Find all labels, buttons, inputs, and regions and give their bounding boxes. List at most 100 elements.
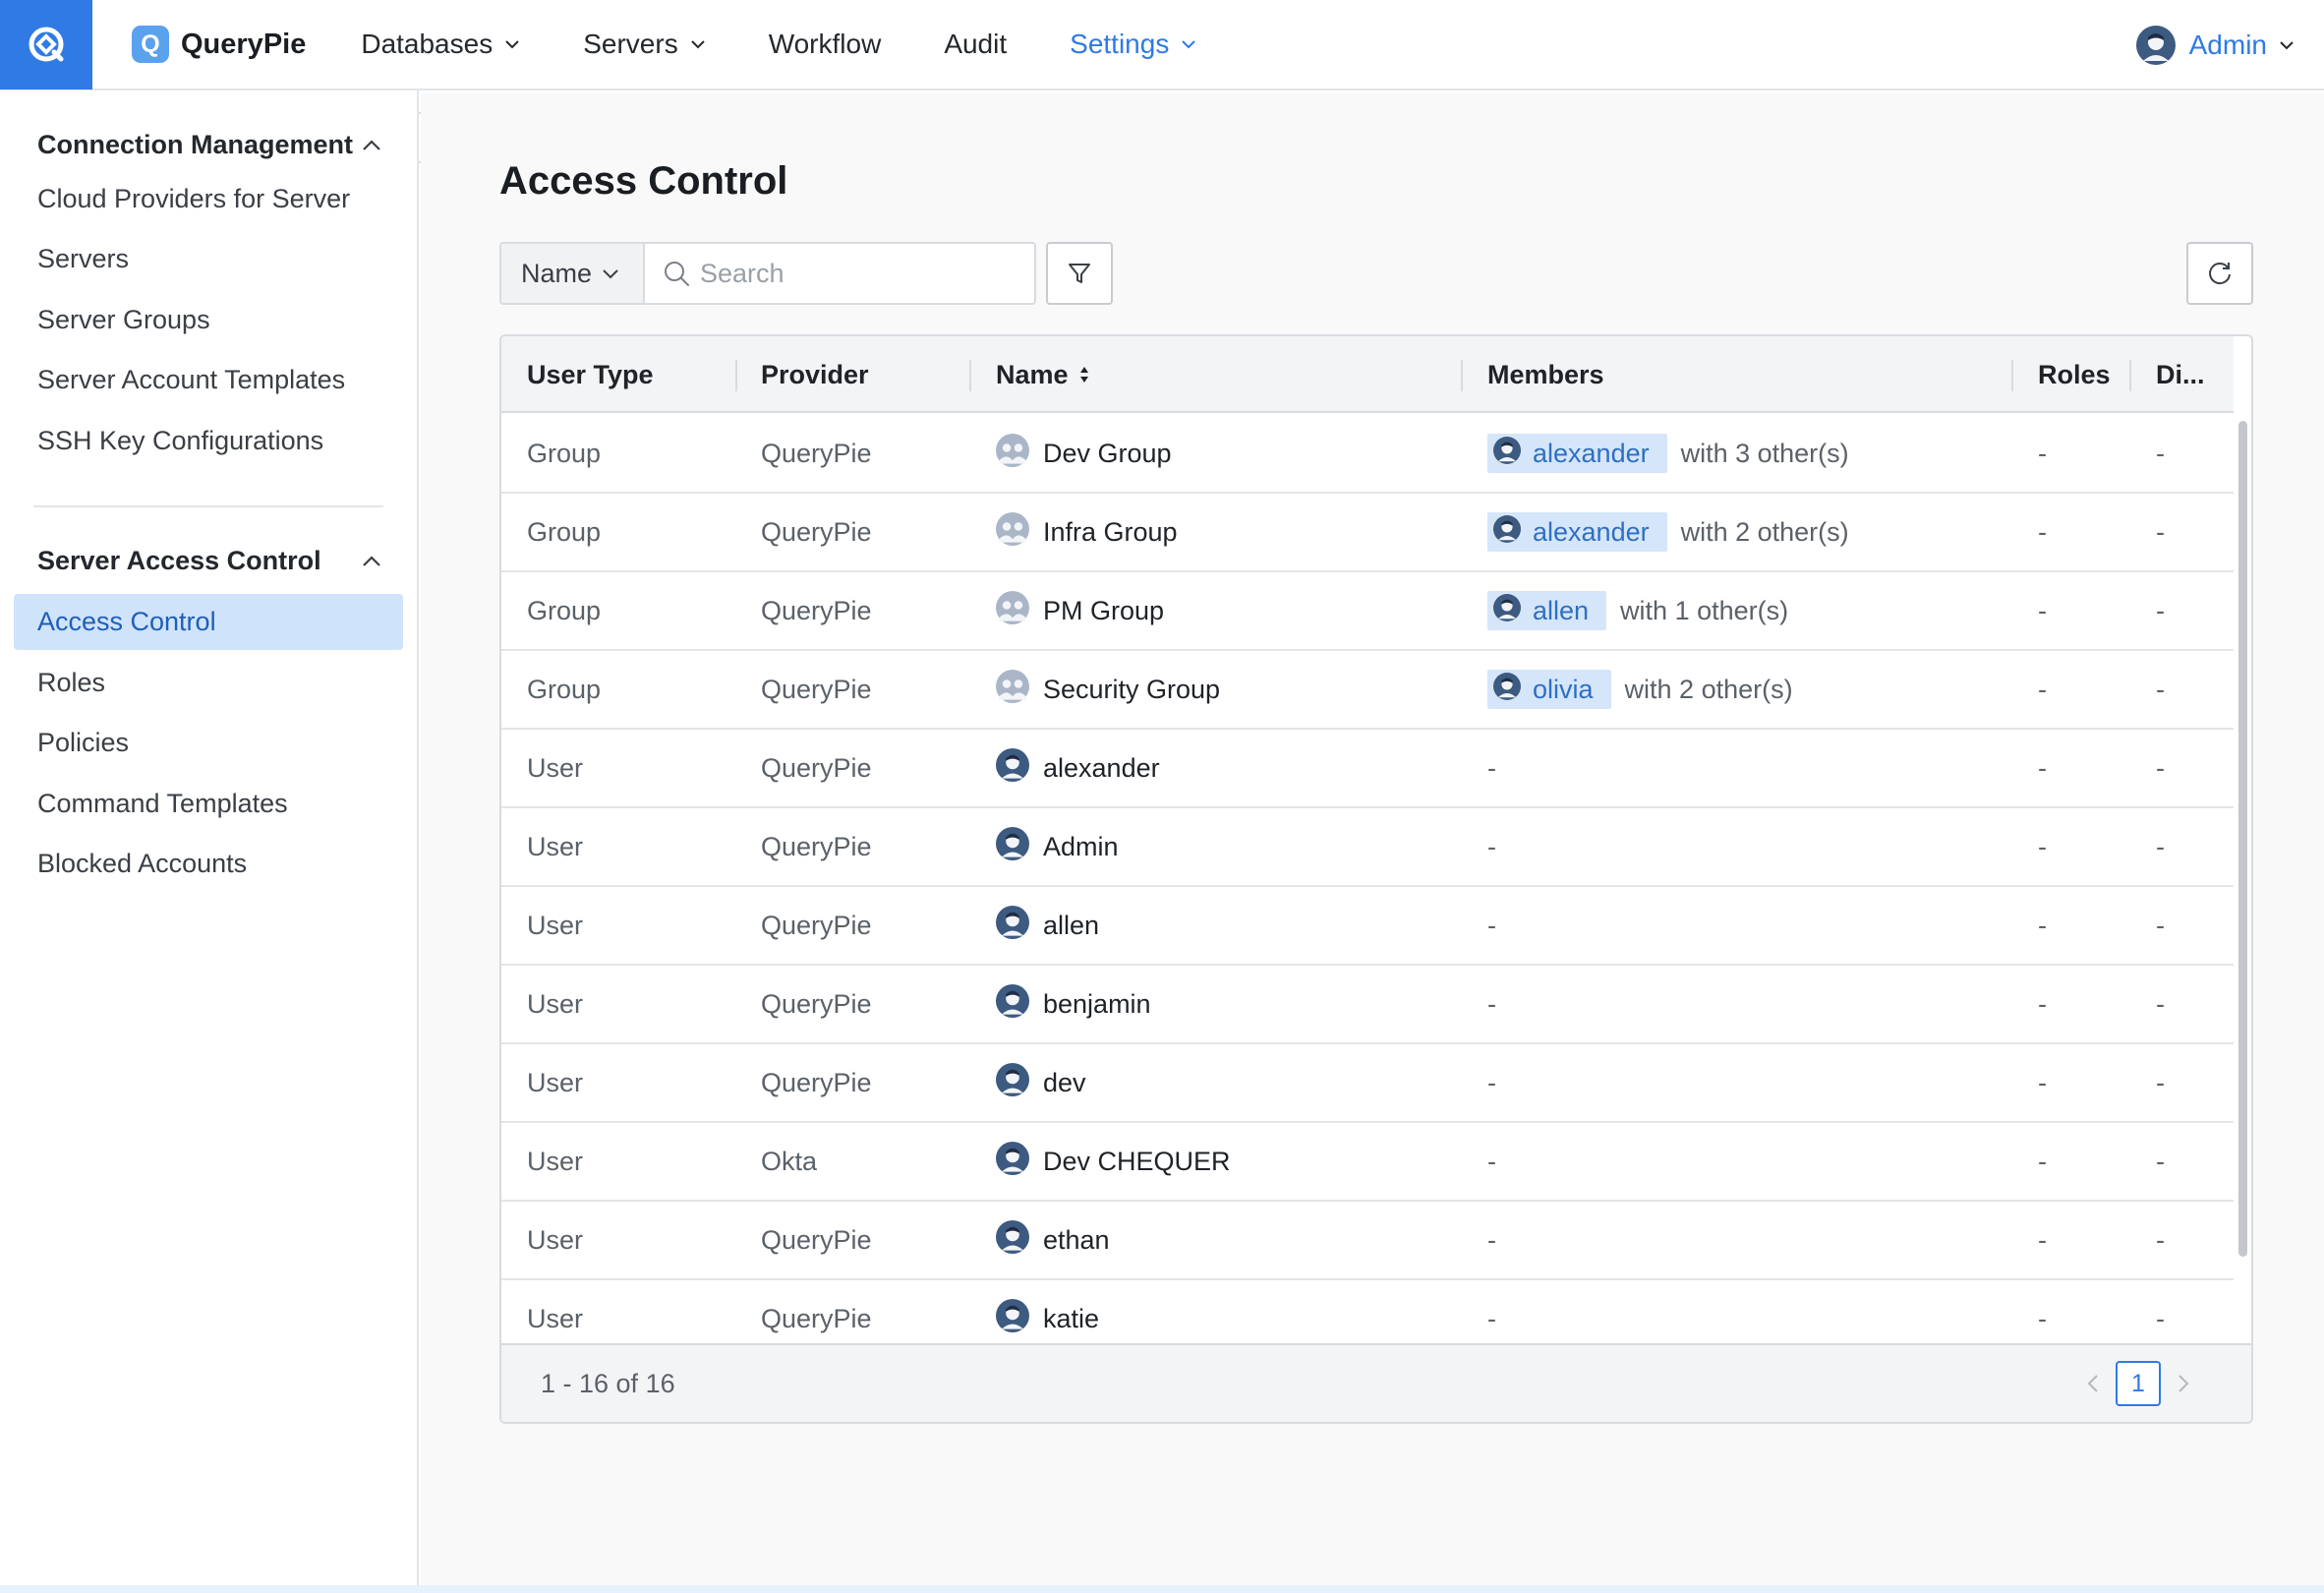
nav-servers[interactable]: Servers: [583, 29, 705, 60]
cell-name[interactable]: Dev CHEQUER: [996, 1123, 1231, 1200]
search-input[interactable]: [700, 258, 1015, 289]
page-number-button[interactable]: 1: [2116, 1361, 2161, 1406]
member-tag[interactable]: alexander: [1487, 434, 1667, 473]
column-divider[interactable]: [969, 360, 971, 391]
table-row[interactable]: Group QueryPie Dev Group alexander with 3 ot…: [501, 415, 2234, 494]
table-row[interactable]: User QueryPie allen - - -: [501, 887, 2234, 966]
members-others-text[interactable]: with 2 other(s): [1625, 675, 1793, 705]
sidebar-item-ssh-key-configurations[interactable]: SSH Key Configurations: [14, 413, 403, 469]
table-row[interactable]: User QueryPie dev - - -: [501, 1044, 2234, 1123]
column-divider[interactable]: [2129, 360, 2131, 391]
column-divider[interactable]: [735, 360, 737, 391]
members-others-text[interactable]: with 3 other(s): [1681, 439, 1849, 469]
table-row[interactable]: Group QueryPie PM Group allen with 1 other(s…: [501, 572, 2234, 651]
scrollbar-thumb[interactable]: [2238, 421, 2247, 1257]
cell-name[interactable]: benjamin: [996, 966, 1151, 1042]
cell-provider: QueryPie: [761, 1067, 872, 1097]
cell-provider: QueryPie: [761, 674, 872, 704]
nav-databases[interactable]: Databases: [361, 29, 520, 60]
filter-field-select[interactable]: Name: [499, 242, 645, 305]
column-divider[interactable]: [1461, 360, 1463, 391]
cell-name[interactable]: Dev Group: [996, 415, 1172, 492]
table-row[interactable]: User Okta Dev CHEQUER - - -: [501, 1123, 2234, 1202]
member-tag[interactable]: olivia: [1487, 670, 1611, 709]
column-header-name[interactable]: Name: [996, 336, 1090, 413]
column-header-di[interactable]: Di...: [2156, 336, 2205, 413]
cell-name[interactable]: alexander: [996, 730, 1160, 806]
cell-di: -: [2156, 752, 2165, 783]
cell-name[interactable]: katie: [996, 1280, 1099, 1341]
table-row[interactable]: User QueryPie benjamin - - -: [501, 966, 2234, 1044]
nav-workflow-label: Workflow: [768, 29, 882, 59]
column-header-user-type[interactable]: User Type: [527, 336, 654, 413]
column-divider[interactable]: [2011, 360, 2013, 391]
column-header-members[interactable]: Members: [1487, 336, 1604, 413]
app-switch-button[interactable]: [0, 0, 92, 89]
sidebar-item-label: Servers: [37, 244, 130, 273]
cell-name[interactable]: PM Group: [996, 572, 1164, 649]
brand[interactable]: Q QueryPie: [132, 26, 306, 63]
sidebar-divider: [33, 505, 383, 507]
cell-name[interactable]: Admin: [996, 808, 1119, 885]
member-tag[interactable]: alexander: [1487, 512, 1667, 552]
table-row[interactable]: User QueryPie ethan - - -: [501, 1202, 2234, 1280]
sidebar-item-blocked-accounts[interactable]: Blocked Accounts: [14, 836, 403, 892]
main-nav: Databases Servers Workflow Audit Setting…: [361, 0, 1259, 89]
column-header-label: Provider: [761, 359, 869, 389]
user-avatar-icon: [996, 983, 1029, 1018]
sidebar-item-cloud-providers[interactable]: Cloud Providers for Server: [14, 171, 403, 227]
table-row[interactable]: Group QueryPie Infra Group alexander with 2 …: [501, 494, 2234, 572]
sidebar-item-servers[interactable]: Servers: [14, 231, 403, 287]
nav-settings[interactable]: Settings: [1070, 29, 1196, 60]
chevron-down-icon: [690, 40, 705, 49]
cell-members: -: [1487, 1303, 1496, 1333]
user-avatar-icon: [1493, 514, 1521, 543]
cell-name[interactable]: dev: [996, 1044, 1086, 1121]
members-others-text[interactable]: with 1 other(s): [1620, 596, 1788, 626]
member-tag[interactable]: allen: [1487, 591, 1607, 630]
sidebar-item-command-templates[interactable]: Command Templates: [14, 776, 403, 832]
table-row[interactable]: Group QueryPie Security Group olivia with 2 …: [501, 651, 2234, 730]
cell-name[interactable]: Infra Group: [996, 494, 1178, 570]
column-header-roles[interactable]: Roles: [2038, 336, 2111, 413]
user-menu[interactable]: Admin: [2135, 0, 2295, 90]
avatar: [996, 433, 1029, 474]
refresh-button[interactable]: [2186, 242, 2253, 305]
sidebar-section-connection-management[interactable]: Connection Management: [37, 130, 381, 160]
column-header-provider[interactable]: Provider: [761, 336, 869, 413]
chevron-left-icon[interactable]: [2086, 1373, 2100, 1394]
cell-name[interactable]: ethan: [996, 1202, 1110, 1278]
filter-button[interactable]: [1046, 242, 1113, 305]
table-row[interactable]: User QueryPie alexander - - -: [501, 730, 2234, 808]
cell-di: -: [2156, 516, 2165, 547]
cell-roles: -: [2038, 1146, 2047, 1176]
cell-name[interactable]: allen: [996, 887, 1099, 964]
nav-workflow[interactable]: Workflow: [769, 29, 882, 60]
group-avatar-icon: [996, 433, 1029, 467]
sidebar-item-policies[interactable]: Policies: [14, 715, 403, 771]
cell-members: -: [1487, 752, 1496, 783]
table-body: Group QueryPie Dev Group alexander with 3 ot…: [501, 415, 2234, 1341]
table-row[interactable]: User QueryPie Admin - - -: [501, 808, 2234, 887]
column-header-label: Members: [1487, 359, 1604, 389]
cell-provider: QueryPie: [761, 752, 872, 783]
nav-audit[interactable]: Audit: [944, 29, 1007, 60]
sort-icon[interactable]: [1078, 364, 1090, 385]
cell-di: -: [2156, 1067, 2165, 1097]
cell-di: -: [2156, 988, 2165, 1019]
cell-name[interactable]: Security Group: [996, 651, 1220, 728]
sidebar-section-server-access-control[interactable]: Server Access Control: [37, 546, 381, 576]
sidebar-item-server-groups[interactable]: Server Groups: [14, 292, 403, 348]
table-row[interactable]: User QueryPie katie - - -: [501, 1280, 2234, 1341]
members-others-text[interactable]: with 2 other(s): [1681, 517, 1849, 548]
member-tag-label: olivia: [1533, 674, 1594, 704]
cell-di: -: [2156, 438, 2165, 468]
sidebar-item-server-account-templates[interactable]: Server Account Templates: [14, 352, 403, 408]
sidebar-item-access-control[interactable]: Access Control: [14, 594, 403, 650]
user-avatar-icon: [2135, 26, 2176, 65]
chevron-right-icon[interactable]: [2177, 1373, 2190, 1394]
user-avatar-icon: [996, 1141, 1029, 1175]
sidebar-item-roles[interactable]: Roles: [14, 655, 403, 711]
bottom-strip: [0, 1585, 2324, 1593]
cell-members: alexander with 3 other(s): [1487, 415, 1849, 492]
